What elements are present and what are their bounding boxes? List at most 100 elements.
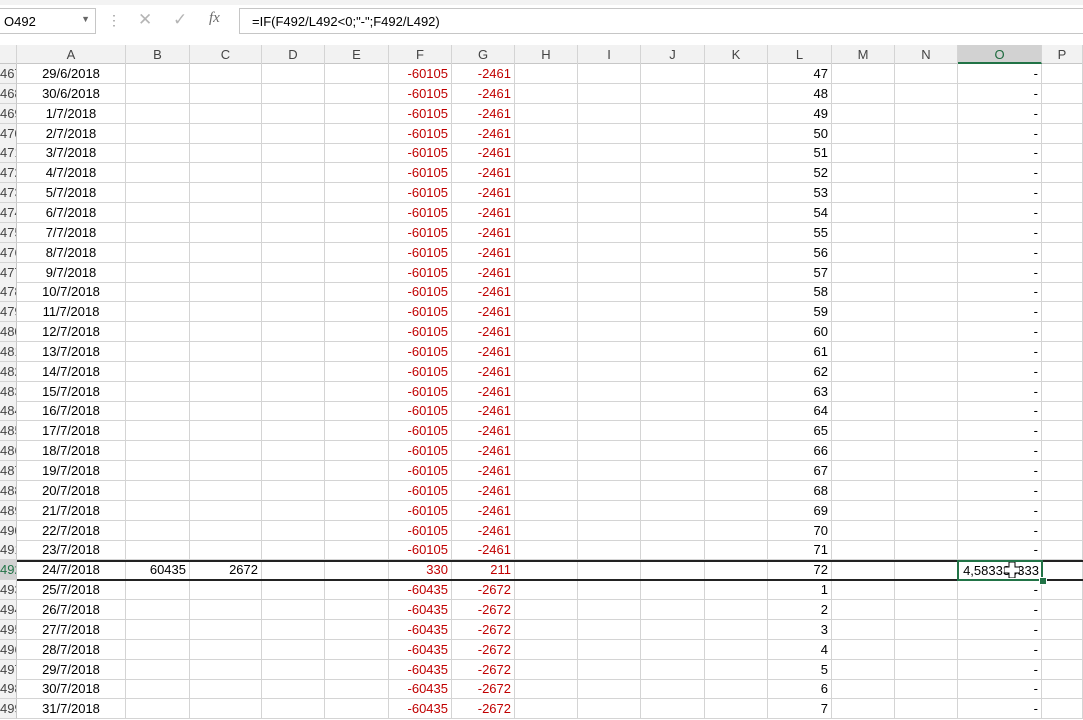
cell-m[interactable] bbox=[832, 124, 895, 144]
formula-input[interactable]: =IF(F492/L492<0;"-";F492/L492) bbox=[239, 8, 1083, 34]
cell-o[interactable]: - bbox=[958, 183, 1042, 203]
cell-f[interactable]: -60105 bbox=[389, 342, 452, 362]
cell-g[interactable]: -2672 bbox=[452, 699, 515, 719]
cell-c[interactable] bbox=[190, 481, 262, 501]
cell-f[interactable]: -60105 bbox=[389, 322, 452, 342]
cell-l[interactable]: 55 bbox=[768, 223, 832, 243]
cell-c[interactable] bbox=[190, 640, 262, 660]
cell-f[interactable]: -60105 bbox=[389, 481, 452, 501]
cell-p[interactable] bbox=[1042, 481, 1083, 501]
cell-k[interactable] bbox=[705, 302, 768, 322]
cell-e[interactable] bbox=[325, 521, 389, 541]
cell-o[interactable]: - bbox=[958, 600, 1042, 620]
fill-handle[interactable] bbox=[1039, 577, 1047, 585]
cell-b[interactable] bbox=[126, 263, 190, 283]
cell-h[interactable] bbox=[515, 660, 578, 680]
cell-d[interactable] bbox=[262, 243, 325, 263]
cell-e[interactable] bbox=[325, 64, 389, 84]
cell-a[interactable]: 10/7/2018 bbox=[17, 282, 126, 302]
cell-e[interactable] bbox=[325, 183, 389, 203]
cell-g[interactable]: -2461 bbox=[452, 501, 515, 521]
cell-a[interactable]: 20/7/2018 bbox=[17, 481, 126, 501]
cell-l[interactable]: 2 bbox=[768, 600, 832, 620]
cell-e[interactable] bbox=[325, 143, 389, 163]
cell-o[interactable]: - bbox=[958, 441, 1042, 461]
cell-p[interactable] bbox=[1042, 421, 1083, 441]
cell-n[interactable] bbox=[895, 441, 958, 461]
cell-e[interactable] bbox=[325, 342, 389, 362]
cell-n[interactable] bbox=[895, 600, 958, 620]
cell-o[interactable]: - bbox=[958, 620, 1042, 640]
cell-b[interactable] bbox=[126, 640, 190, 660]
cell-l[interactable]: 70 bbox=[768, 521, 832, 541]
cell-a[interactable]: 3/7/2018 bbox=[17, 143, 126, 163]
cell-a[interactable]: 13/7/2018 bbox=[17, 342, 126, 362]
cell-h[interactable] bbox=[515, 620, 578, 640]
cell-h[interactable] bbox=[515, 600, 578, 620]
cell-k[interactable] bbox=[705, 660, 768, 680]
cell-e[interactable] bbox=[325, 600, 389, 620]
cell-n[interactable] bbox=[895, 64, 958, 84]
cell-g[interactable]: -2461 bbox=[452, 183, 515, 203]
cell-g[interactable]: -2461 bbox=[452, 282, 515, 302]
cell-p[interactable] bbox=[1042, 640, 1083, 660]
cell-b[interactable] bbox=[126, 203, 190, 223]
cell-m[interactable] bbox=[832, 401, 895, 421]
cell-g[interactable]: -2461 bbox=[452, 104, 515, 124]
cell-g[interactable]: -2672 bbox=[452, 640, 515, 660]
cell-b[interactable] bbox=[126, 282, 190, 302]
cell-b[interactable] bbox=[126, 580, 190, 600]
cell-b[interactable] bbox=[126, 302, 190, 322]
cell-i[interactable] bbox=[578, 481, 641, 501]
cell-k[interactable] bbox=[705, 362, 768, 382]
cell-m[interactable] bbox=[832, 560, 895, 580]
cell-m[interactable] bbox=[832, 223, 895, 243]
cell-g[interactable]: -2461 bbox=[452, 362, 515, 382]
cell-f[interactable]: -60105 bbox=[389, 362, 452, 382]
cell-p[interactable] bbox=[1042, 382, 1083, 402]
row-header[interactable]: 487 bbox=[0, 461, 17, 481]
cell-h[interactable] bbox=[515, 104, 578, 124]
column-header-b[interactable]: B bbox=[126, 45, 190, 64]
cell-e[interactable] bbox=[325, 84, 389, 104]
cell-h[interactable] bbox=[515, 342, 578, 362]
cell-a[interactable]: 9/7/2018 bbox=[17, 263, 126, 283]
select-all-corner[interactable] bbox=[0, 45, 17, 64]
row-header[interactable]: 471 bbox=[0, 143, 17, 163]
cell-h[interactable] bbox=[515, 263, 578, 283]
cell-l[interactable]: 63 bbox=[768, 382, 832, 402]
cell-a[interactable]: 24/7/2018 bbox=[17, 560, 126, 580]
cell-a[interactable]: 21/7/2018 bbox=[17, 501, 126, 521]
cell-p[interactable] bbox=[1042, 322, 1083, 342]
cell-a[interactable]: 19/7/2018 bbox=[17, 461, 126, 481]
cell-n[interactable] bbox=[895, 263, 958, 283]
cell-i[interactable] bbox=[578, 163, 641, 183]
row-header[interactable]: 477 bbox=[0, 263, 17, 283]
cell-d[interactable] bbox=[262, 441, 325, 461]
cell-l[interactable]: 60 bbox=[768, 322, 832, 342]
cell-f[interactable]: -60435 bbox=[389, 600, 452, 620]
cell-k[interactable] bbox=[705, 501, 768, 521]
cell-c[interactable] bbox=[190, 660, 262, 680]
cell-i[interactable] bbox=[578, 560, 641, 580]
cell-e[interactable] bbox=[325, 362, 389, 382]
cell-m[interactable] bbox=[832, 302, 895, 322]
cell-c[interactable] bbox=[190, 679, 262, 699]
active-cell[interactable]: 4,583333333 bbox=[957, 560, 1043, 581]
cell-h[interactable] bbox=[515, 501, 578, 521]
cell-o[interactable]: - bbox=[958, 143, 1042, 163]
cell-a[interactable]: 16/7/2018 bbox=[17, 401, 126, 421]
cell-p[interactable] bbox=[1042, 302, 1083, 322]
cell-l[interactable]: 49 bbox=[768, 104, 832, 124]
row-header[interactable]: 480 bbox=[0, 322, 17, 342]
cell-e[interactable] bbox=[325, 203, 389, 223]
cell-e[interactable] bbox=[325, 461, 389, 481]
cell-n[interactable] bbox=[895, 481, 958, 501]
cell-k[interactable] bbox=[705, 481, 768, 501]
cell-g[interactable]: -2461 bbox=[452, 64, 515, 84]
cell-g[interactable]: -2461 bbox=[452, 481, 515, 501]
cell-m[interactable] bbox=[832, 382, 895, 402]
cell-l[interactable]: 7 bbox=[768, 699, 832, 719]
cell-n[interactable] bbox=[895, 342, 958, 362]
cell-i[interactable] bbox=[578, 243, 641, 263]
